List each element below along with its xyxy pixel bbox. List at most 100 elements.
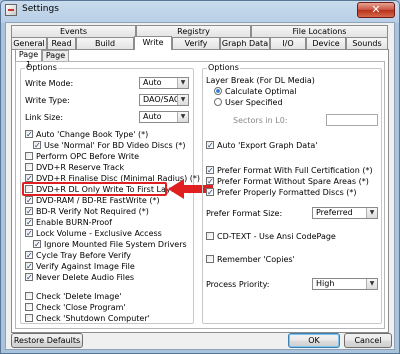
cb-cd-text-ansi[interactable]: CD-TEXT - Use Ansi CodePage — [206, 232, 336, 242]
cb-label: Check 'Close Program' — [36, 303, 126, 312]
cb-label: Remember 'Copies' — [217, 255, 295, 264]
cb-dvdr-reserve-track[interactable]: DVD+R Reserve Track — [25, 163, 124, 173]
chevron-down-icon: ▼ — [177, 95, 188, 105]
cb-perform-opc[interactable]: Perform OPC Before Write — [25, 152, 139, 162]
checkbox-check-icon[interactable]: ✓ — [25, 262, 33, 271]
prefer-format-size-label: Prefer Format Size: — [206, 209, 283, 218]
cb-prefer-full-cert[interactable]: ✓ Prefer Format With Full Certification (… — [206, 166, 373, 176]
cb-ignore-mounted-fs[interactable]: ✓ Ignore Mounted File System Drivers — [33, 240, 187, 250]
checkbox-check-icon[interactable]: ✓ — [206, 166, 214, 175]
tab-file-locations[interactable]: File Locations — [251, 25, 388, 37]
cb-check-shutdown[interactable]: Check 'Shutdown Computer' — [25, 314, 150, 324]
restore-defaults-button[interactable]: Restore Defaults — [11, 333, 83, 348]
chevron-down-icon: ▼ — [366, 279, 377, 289]
tab-verify[interactable]: Verify — [172, 37, 220, 49]
subtab-page-1[interactable]: Page 1 — [15, 49, 42, 69]
checkbox-check-icon[interactable]: ✓ — [33, 240, 41, 249]
checkbox-check-icon[interactable]: ✓ — [25, 229, 33, 238]
checkbox-check-icon[interactable]: ✓ — [206, 188, 214, 197]
cb-bdr-verify-not-required[interactable]: ✓ BD-R Verify Not Required (*) — [25, 207, 149, 217]
checkbox-empty[interactable] — [25, 152, 33, 160]
dialog-client: Events Registry File Locations General R… — [5, 22, 395, 350]
cb-dvdram-fastwrite[interactable]: ✓ DVD-RAM / BD-RE FastWrite (*) — [25, 196, 160, 206]
cb-lock-volume[interactable]: ✓ Lock Volume - Exclusive Access — [25, 229, 162, 239]
cb-check-delete-image[interactable]: Check 'Delete Image' — [25, 292, 121, 302]
close-button[interactable]: ✕ — [357, 2, 395, 18]
checkbox-empty[interactable] — [25, 163, 33, 171]
checkbox-check-icon[interactable]: ✓ — [25, 218, 33, 227]
cb-verify-against-image[interactable]: ✓ Verify Against Image File — [25, 262, 135, 272]
checkbox-check-icon[interactable]: ✓ — [33, 141, 41, 150]
prefer-format-size-select[interactable]: Preferred ▼ — [312, 207, 378, 219]
tab-general[interactable]: General — [11, 37, 47, 49]
checkbox-check-icon[interactable]: ✓ — [25, 207, 33, 216]
radio-selected-icon[interactable] — [214, 87, 222, 95]
checkbox-check-icon[interactable]: ✓ — [206, 141, 214, 150]
checkbox-check-icon[interactable]: ✓ — [25, 174, 33, 183]
chevron-down-icon: ▼ — [366, 208, 377, 218]
cb-label: Prefer Properly Formatted Discs (*) — [217, 188, 357, 197]
cb-auto-export-graph[interactable]: ✓ Auto 'Export Graph Data' — [206, 141, 317, 151]
app-icon — [5, 4, 17, 16]
cb-cycle-tray[interactable]: ✓ Cycle Tray Before Verify — [25, 251, 131, 261]
cancel-button[interactable]: Cancel — [344, 333, 392, 348]
cb-label: Use 'Normal' For BD Video Discs (*) — [44, 141, 186, 150]
radio-label: User Specified — [225, 98, 283, 107]
cb-label: Check 'Delete Image' — [36, 292, 122, 301]
cb-label: Prefer Format Without Spare Areas (*) — [217, 177, 369, 186]
write-type-label: Write Type: — [25, 96, 70, 105]
radio-empty-icon[interactable] — [214, 98, 222, 106]
cb-use-normal-bd-video[interactable]: ✓ Use 'Normal' For BD Video Discs (*) — [33, 141, 185, 151]
tab-read[interactable]: Read — [47, 37, 76, 49]
process-priority-value: High — [316, 279, 335, 288]
cb-check-close-program[interactable]: Check 'Close Program' — [25, 303, 126, 313]
tab-graph-data[interactable]: Graph Data — [220, 37, 270, 49]
write-mode-label: Write Mode: — [25, 79, 74, 88]
checkbox-check-icon[interactable]: ✓ — [25, 196, 33, 205]
cb-label: Ignore Mounted File System Drivers — [44, 240, 187, 249]
annotation-highlight-box — [22, 182, 167, 196]
write-mode-select[interactable]: Auto ▼ — [139, 77, 189, 89]
checkbox-empty[interactable] — [25, 303, 33, 311]
tab-write[interactable]: Write — [134, 36, 172, 50]
cb-auto-change-book-type[interactable]: ✓ Auto 'Change Book Type' (*) — [25, 130, 148, 140]
sectors-input[interactable] — [326, 114, 378, 126]
write-type-select[interactable]: DAO/SAO ▼ — [139, 94, 189, 106]
link-size-select[interactable]: Auto ▼ — [139, 111, 189, 123]
cb-label: DVD+R Reserve Track — [36, 163, 125, 172]
settings-window: Settings ✕ Events Registry File Location… — [0, 0, 400, 354]
radio-calculate-optimal[interactable]: Calculate Optimal — [214, 87, 297, 97]
write-mode-value: Auto — [143, 78, 162, 87]
cb-enable-burn-proof[interactable]: ✓ Enable BURN-Proof — [25, 218, 112, 228]
checkbox-check-icon[interactable]: ✓ — [25, 251, 33, 260]
checkbox-empty[interactable] — [25, 292, 33, 300]
cb-label: Auto 'Change Book Type' (*) — [36, 130, 149, 139]
radio-user-specified[interactable]: User Specified — [214, 98, 283, 108]
cb-label: Auto 'Export Graph Data' — [217, 141, 318, 150]
subtab-page-2[interactable]: Page 2 — [42, 50, 69, 70]
tab-build[interactable]: Build — [76, 37, 134, 49]
checkbox-empty[interactable] — [206, 255, 214, 263]
cb-label: Lock Volume - Exclusive Access — [36, 229, 162, 238]
title-bar[interactable]: Settings ✕ — [1, 1, 399, 21]
tab-io[interactable]: I/O — [270, 37, 306, 49]
process-priority-select[interactable]: High ▼ — [312, 278, 378, 290]
cb-label: Never Delete Audio Files — [36, 273, 135, 282]
tab-sounds[interactable]: Sounds — [346, 37, 388, 49]
cb-prefer-no-spare[interactable]: ✓ Prefer Format Without Spare Areas (*) — [206, 177, 369, 187]
checkbox-check-icon[interactable]: ✓ — [25, 273, 33, 282]
checkbox-check-icon[interactable]: ✓ — [206, 177, 214, 186]
tab-events[interactable]: Events — [11, 25, 136, 37]
chevron-down-icon: ▼ — [177, 78, 188, 88]
cb-prefer-properly-formatted[interactable]: ✓ Prefer Properly Formatted Discs (*) — [206, 188, 357, 198]
ok-button[interactable]: OK — [288, 333, 340, 348]
checkbox-empty[interactable] — [206, 232, 214, 240]
cb-never-delete-audio[interactable]: ✓ Never Delete Audio Files — [25, 273, 134, 283]
layer-break-label: Layer Break (For DL Media) — [206, 76, 315, 85]
tab-device[interactable]: Device — [306, 37, 346, 49]
cb-label: Enable BURN-Proof — [36, 218, 112, 227]
checkbox-empty[interactable] — [25, 314, 33, 322]
cb-label: Perform OPC Before Write — [36, 152, 140, 161]
checkbox-check-icon[interactable]: ✓ — [25, 130, 33, 139]
cb-remember-copies[interactable]: Remember 'Copies' — [206, 255, 295, 265]
